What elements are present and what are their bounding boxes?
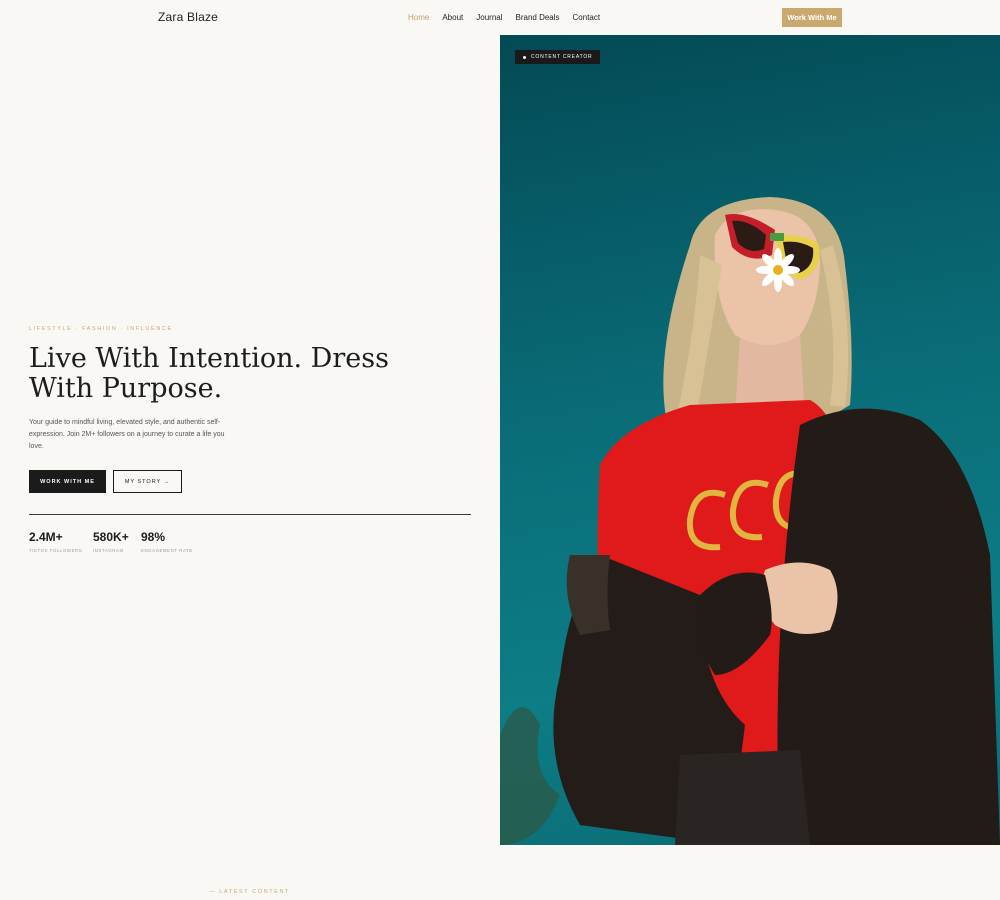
nav-link-about[interactable]: About [442, 13, 463, 22]
stat-engagement: 98% ENGAGEMENT RATE [141, 530, 193, 553]
hero-headline: Live With Intention. Dress With Purpose. [29, 343, 389, 404]
work-with-me-button[interactable]: WORK WITH ME [29, 470, 106, 493]
content-creator-badge: CONTENT CREATOR [515, 50, 601, 64]
stat-label: INSTAGRAM [93, 548, 124, 553]
hero-eyebrow: LIFESTYLE · FASHION · INFLUENCE [29, 326, 173, 332]
stat-tiktok: 2.4M+ TIKTOK FOLLOWERS [29, 530, 82, 553]
badge-label: CONTENT CREATOR [531, 54, 593, 60]
top-nav: Zara Blaze Home About Journal Brand Deal… [0, 0, 1000, 35]
nav-links: Home About Journal Brand Deals Contact [408, 13, 600, 22]
my-story-button[interactable]: MY STORY → [113, 470, 182, 493]
nav-link-journal[interactable]: Journal [476, 13, 502, 22]
hero-photo: CONTENT CREATOR [500, 35, 1000, 845]
stat-label: TIKTOK FOLLOWERS [29, 548, 83, 553]
hero-description: Your guide to mindful living, elevated s… [29, 419, 225, 450]
nav-link-contact[interactable]: Contact [573, 13, 601, 22]
latest-content-label: — LATEST CONTENT [209, 889, 291, 895]
stat-value: 2.4M+ [29, 530, 63, 544]
stat-value: 580K+ [93, 530, 129, 544]
nav-link-brand-deals[interactable]: Brand Deals [516, 13, 560, 22]
stat-value: 98% [141, 530, 166, 544]
dot-icon [523, 55, 526, 59]
brand-logo[interactable]: Zara Blaze [158, 10, 218, 24]
portrait-illustration [500, 197, 1000, 845]
stat-instagram: 580K+ INSTAGRAM [93, 530, 129, 553]
work-with-me-nav-button[interactable]: Work With Me [782, 8, 842, 27]
hero-divider [29, 514, 471, 515]
stat-label: ENGAGEMENT RATE [141, 548, 193, 553]
nav-link-home[interactable]: Home [408, 13, 429, 22]
